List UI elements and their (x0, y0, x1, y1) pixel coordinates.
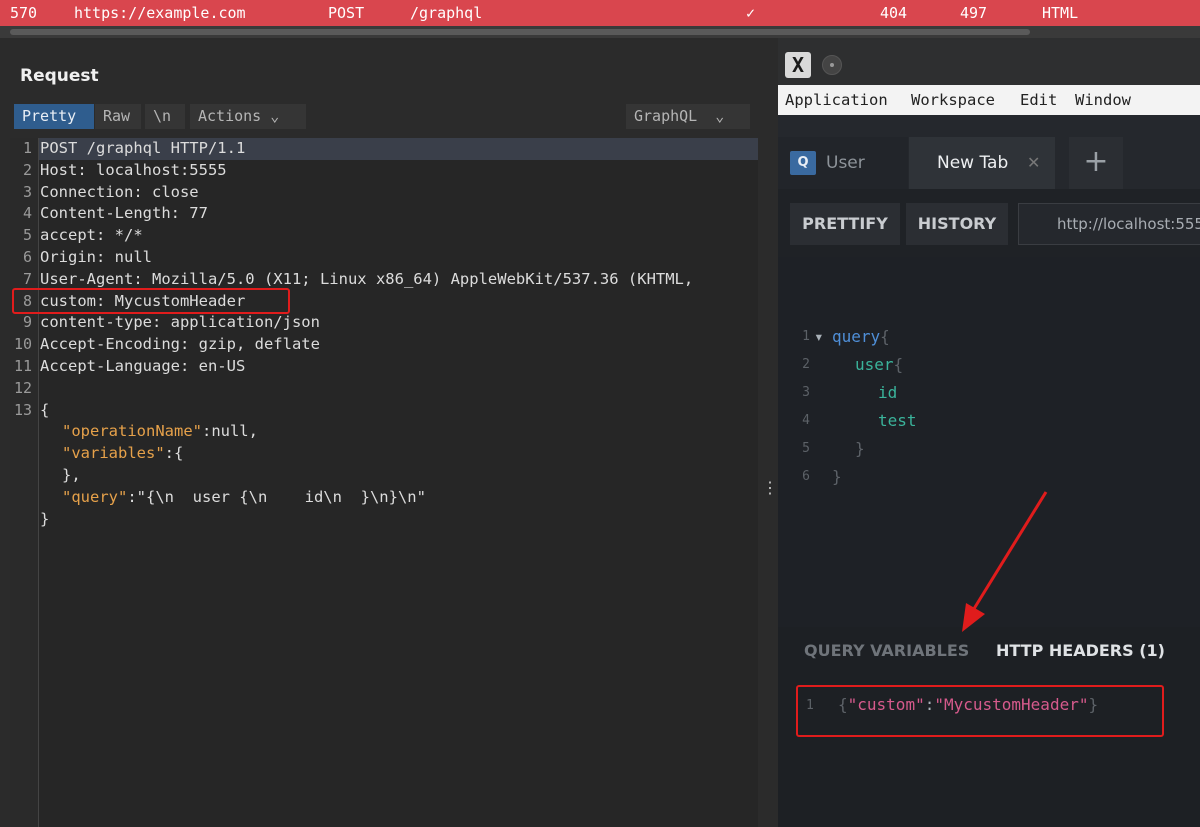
brace: { (880, 327, 890, 346)
body-variables: "variables":{ (62, 443, 183, 465)
menu-bar: Application Workspace Edit Window (778, 85, 1200, 115)
add-tab-button[interactable]: + (1069, 137, 1123, 189)
header-line-connection: Connection: close (40, 182, 199, 201)
row-path: /graphql (410, 4, 483, 22)
field-user: user (855, 355, 894, 374)
header-line-content-length: Content-Length: 77 (40, 204, 208, 223)
brace: } (832, 467, 842, 486)
field-id: id (878, 383, 898, 402)
http-header-highlight-box (796, 685, 1164, 737)
request-line: POST /graphql HTTP/1.1 (40, 139, 246, 157)
url-input[interactable]: http://localhost:5555 (1018, 203, 1200, 245)
query-line-2: user{ (855, 351, 903, 379)
body-query: "query":"{\n user {\n id\n }\n}\n" (62, 487, 426, 509)
query-editor[interactable]: 1 2 3 4 5 6 ▾ query{ user{ id test } } (778, 257, 1200, 627)
query-q-icon: Q (790, 151, 816, 175)
row-mime: HTML (1042, 4, 1079, 22)
menu-edit[interactable]: Edit (1020, 85, 1057, 115)
header-line-host: Host: localhost:5555 (40, 160, 227, 179)
menu-application[interactable]: Application (785, 85, 888, 115)
prettify-button[interactable]: PRETTIFY (790, 203, 900, 245)
line-number: 9 (22, 313, 32, 332)
line-number: 5 (22, 226, 32, 245)
json-value: :"{\n user {\n id\n }\n}\n" (127, 487, 426, 506)
request-panel: Request Pretty Raw \n Actions ⌄ GraphQL … (0, 38, 762, 827)
json-key: "query" (62, 487, 128, 506)
tab-label: New Tab (937, 153, 1009, 173)
window-titlebar: X (778, 38, 1200, 85)
body-variables-close: }, (62, 466, 81, 484)
line-number: 12 (13, 378, 32, 397)
request-title: Request (20, 66, 99, 86)
tab-http-headers[interactable]: HTTP HEADERS (1) (996, 641, 1165, 660)
line-number: 11 (13, 357, 32, 375)
window-control-icon[interactable] (822, 55, 842, 75)
custom-header-highlight-box (12, 288, 290, 314)
tab-pretty[interactable]: Pretty (14, 104, 94, 129)
body-close-brace: } (40, 509, 50, 528)
tab-query-variables[interactable]: QUERY VARIABLES (804, 641, 969, 660)
actions-dropdown[interactable]: Actions ⌄ (190, 104, 306, 129)
row-host: https://example.com (74, 4, 246, 22)
row-check-icon: ✓ (746, 4, 756, 22)
header-line-origin: Origin: null (40, 248, 152, 266)
keyword-query: query (832, 327, 881, 346)
json-value: :{ (164, 444, 184, 463)
line-number: 3 (802, 385, 810, 400)
line-number: 6 (22, 248, 32, 266)
pane-splitter[interactable]: ⋮ (762, 38, 778, 827)
json-key: "variables" (62, 444, 165, 463)
body-operation-name: "operationName":null, (62, 421, 258, 443)
line-number: 5 (802, 441, 810, 456)
query-toolbar: PRETTIFY HISTORY http://localhost:5555 (778, 189, 1200, 257)
line-number: 4 (802, 413, 810, 428)
line-number: 6 (802, 469, 810, 484)
tab-raw[interactable]: Raw (95, 104, 141, 129)
header-line-content-type: content-type: application/json (40, 313, 320, 332)
line-number: 2 (22, 160, 32, 179)
field-test: test (878, 411, 917, 430)
brace: } (855, 439, 865, 458)
tab-new-tab[interactable]: New Tab ✕ (909, 137, 1055, 189)
line-number: 10 (13, 335, 32, 354)
history-button[interactable]: HISTORY (906, 203, 1008, 245)
splitter-handle-icon[interactable]: ⋮ (762, 478, 778, 497)
altair-window: X Application Workspace Edit Window Q Us… (778, 38, 1200, 827)
brace: { (893, 355, 904, 374)
row-id: 570 (10, 4, 38, 22)
header-line-accept: accept: */* (40, 226, 143, 245)
json-key: "operationName" (62, 422, 202, 441)
tab-user[interactable]: Q User (778, 137, 908, 189)
horizontal-scrollbar-thumb[interactable] (10, 29, 1030, 35)
query-line-1: query{ (832, 323, 890, 351)
fold-arrow-icon[interactable]: ▾ (814, 323, 824, 351)
selected-history-row[interactable]: 570 https://example.com POST /graphql ✓ … (0, 0, 1200, 26)
variables-headers-panel: QUERY VARIABLES HTTP HEADERS (1) 1 {"cus… (778, 627, 1200, 827)
row-method: POST (328, 4, 365, 22)
menu-workspace[interactable]: Workspace (911, 85, 995, 115)
menu-window[interactable]: Window (1075, 85, 1131, 115)
row-status: 404 (880, 4, 908, 22)
request-editor[interactable]: 1 2 3 4 5 6 7 8 9 10 11 12 13 POST /grap… (10, 138, 758, 827)
line-number: 3 (22, 182, 32, 201)
format-dropdown-graphql[interactable]: GraphQL ⌄ (626, 104, 750, 129)
line-number: 1 (802, 329, 810, 344)
line-number: 1 (22, 139, 32, 157)
close-icon[interactable]: ✕ (1027, 151, 1040, 175)
altair-logo-icon: X (785, 52, 811, 78)
newline-toggle-button[interactable]: \n (145, 104, 185, 129)
tabs-bar: Q User New Tab ✕ + (778, 115, 1200, 189)
line-number: 4 (22, 204, 32, 223)
line-number: 2 (802, 357, 810, 372)
header-line-accept-language: Accept-Language: en-US (40, 357, 246, 375)
tab-label: User (826, 153, 865, 173)
body-open-brace: { (40, 400, 50, 419)
row-length: 497 (960, 4, 988, 22)
json-value: :null, (201, 422, 258, 441)
header-line-accept-encoding: Accept-Encoding: gzip, deflate (40, 335, 320, 354)
line-number: 13 (13, 400, 32, 419)
